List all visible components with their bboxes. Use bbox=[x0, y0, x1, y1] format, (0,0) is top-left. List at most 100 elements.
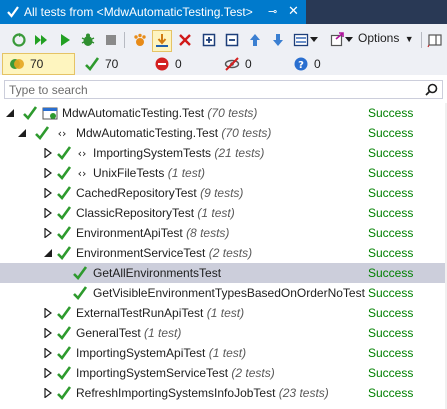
question-icon: ? bbox=[293, 56, 309, 72]
collapsed-arrow-icon[interactable] bbox=[44, 308, 53, 318]
passed-icon bbox=[84, 56, 100, 72]
passed-check-icon bbox=[57, 166, 72, 180]
expanded-arrow-icon[interactable] bbox=[18, 128, 27, 138]
debug-icon[interactable] bbox=[79, 31, 97, 49]
node-test-count: (1 test) bbox=[144, 326, 182, 340]
tree-row[interactable]: EnvironmentApiTest (8 tests) Success bbox=[0, 223, 447, 243]
next-arrow-icon[interactable] bbox=[269, 31, 287, 49]
layout-dropdown-chevron-icon[interactable] bbox=[310, 31, 318, 49]
tree-row[interactable]: ImportingSystemApiTest (1 test) Success bbox=[0, 343, 447, 363]
passed-check-icon bbox=[23, 106, 38, 120]
collapsed-arrow-icon[interactable] bbox=[44, 328, 53, 338]
node-test-count: (1 test) bbox=[197, 206, 235, 220]
tree-row[interactable]: GetVisibleEnvironmentTypesBasedOnOrderNo… bbox=[0, 283, 447, 303]
result-counts-bar: 70 70 0 0 ? 0 bbox=[0, 53, 447, 75]
tree-row[interactable]: CachedRepositoryTest (9 tests) Success bbox=[0, 183, 447, 203]
show-failed-filter-icon[interactable] bbox=[176, 31, 194, 49]
export-dropdown-chevron-icon[interactable] bbox=[345, 31, 353, 49]
session-tab[interactable]: All tests from <MdwAutomaticTesting.Test… bbox=[0, 0, 306, 24]
tree-row[interactable]: ‹› MdwAutomaticTesting.Test (70 tests) S… bbox=[0, 123, 447, 143]
ignored-count-value: 0 bbox=[245, 57, 252, 71]
status-text: Success bbox=[368, 246, 414, 260]
tree-row[interactable]: RefreshImportingSystemsInfoJobTest (23 t… bbox=[0, 383, 447, 403]
node-name: ClassicRepositoryTest bbox=[76, 206, 195, 220]
node-name: CachedRepositoryTest bbox=[76, 186, 197, 200]
run-all-icon[interactable] bbox=[33, 31, 51, 49]
track-running-icon[interactable] bbox=[131, 31, 149, 49]
tree-row[interactable]: ‹› UnixFileTests (1 test) Success bbox=[0, 163, 447, 183]
tree-row-selected[interactable]: GetAllEnvironmentsTest Success bbox=[0, 263, 447, 283]
tree-row[interactable]: GeneralTest (1 test) Success bbox=[0, 323, 447, 343]
failed-tests-count[interactable]: 0 bbox=[148, 53, 182, 75]
node-test-count: (9 tests) bbox=[200, 186, 244, 200]
tree-row[interactable]: EnvironmentServiceTest (2 tests) Success bbox=[0, 243, 447, 263]
session-title: All tests from <MdwAutomaticTesting.Test… bbox=[24, 5, 253, 19]
passed-check-icon bbox=[57, 366, 72, 380]
export-icon[interactable] bbox=[328, 31, 346, 49]
collapsed-arrow-icon[interactable] bbox=[44, 168, 53, 178]
node-name: RefreshImportingSystemsInfoJobTest bbox=[76, 386, 276, 400]
status-text: Success bbox=[368, 126, 414, 140]
tree-node-label: ImportingSystemTests (21 tests) bbox=[93, 146, 264, 160]
pane-icon[interactable] bbox=[426, 31, 444, 49]
node-name: GeneralTest bbox=[76, 326, 141, 340]
passed-tests-count[interactable]: 70 bbox=[78, 53, 118, 75]
collapsed-arrow-icon[interactable] bbox=[44, 348, 53, 358]
all-tests-icon bbox=[9, 56, 25, 72]
run-icon[interactable] bbox=[56, 31, 74, 49]
collapse-all-icon[interactable] bbox=[223, 31, 241, 49]
tool-window-titlebar: All tests from <MdwAutomaticTesting.Test… bbox=[0, 0, 447, 24]
tree-node-label: ClassicRepositoryTest (1 test) bbox=[76, 206, 235, 220]
stop-icon[interactable] bbox=[102, 31, 120, 49]
status-text: Success bbox=[368, 266, 414, 280]
namespace-icon: ‹› bbox=[78, 167, 87, 180]
node-test-count: (8 tests) bbox=[186, 226, 230, 240]
passed-check-icon bbox=[57, 226, 72, 240]
tree-node-label: MdwAutomaticTesting.Test (70 tests) bbox=[62, 106, 257, 120]
close-icon[interactable]: ✕ bbox=[288, 3, 299, 19]
options-menu[interactable]: Options ▼ bbox=[358, 31, 414, 45]
tree-row[interactable]: ClassicRepositoryTest (1 test) Success bbox=[0, 203, 447, 223]
expanded-arrow-icon[interactable] bbox=[44, 248, 53, 258]
tree-node-label: GetVisibleEnvironmentTypesBasedOnOrderNo… bbox=[93, 286, 365, 300]
total-count-value: 70 bbox=[30, 57, 44, 71]
ignored-tests-count[interactable]: 0 bbox=[218, 53, 252, 75]
node-test-count: (1 test) bbox=[208, 346, 247, 360]
tree-node-label: GeneralTest (1 test) bbox=[76, 326, 181, 340]
refresh-icon[interactable] bbox=[10, 31, 28, 49]
collapsed-arrow-icon[interactable] bbox=[44, 148, 53, 158]
tree-row[interactable]: ‹› ImportingSystemTests (21 tests) Succe… bbox=[0, 143, 447, 163]
svg-text:‹›: ‹› bbox=[58, 127, 67, 140]
search-placeholder: Type to search bbox=[9, 83, 88, 97]
total-tests-count[interactable]: 70 bbox=[2, 53, 75, 75]
namespace-icon: ‹› bbox=[78, 147, 87, 160]
collapsed-arrow-icon[interactable] bbox=[44, 228, 53, 238]
status-text: Success bbox=[368, 106, 414, 120]
status-text: Success bbox=[368, 226, 414, 240]
status-text: Success bbox=[368, 386, 414, 400]
collapsed-arrow-icon[interactable] bbox=[44, 368, 53, 378]
expand-all-icon[interactable] bbox=[200, 31, 218, 49]
previous-arrow-icon[interactable] bbox=[246, 31, 264, 49]
passed-check-icon bbox=[57, 386, 72, 400]
layout-icon[interactable] bbox=[292, 31, 310, 49]
search-input[interactable]: Type to search bbox=[4, 80, 443, 99]
show-passed-filter-icon[interactable] bbox=[152, 30, 172, 52]
svg-text:‹›: ‹› bbox=[78, 147, 87, 160]
passed-check-icon bbox=[73, 266, 88, 280]
tree-row[interactable]: ImportingSystemServiceTest (2 tests) Suc… bbox=[0, 363, 447, 383]
collapsed-arrow-icon[interactable] bbox=[44, 188, 53, 198]
status-text: Success bbox=[368, 186, 414, 200]
passed-check-icon bbox=[57, 246, 72, 260]
collapsed-arrow-icon[interactable] bbox=[44, 208, 53, 218]
failed-icon bbox=[154, 56, 170, 72]
expanded-arrow-icon[interactable] bbox=[6, 108, 15, 118]
toolbar-separator bbox=[421, 32, 422, 48]
collapsed-arrow-icon[interactable] bbox=[44, 388, 53, 398]
status-text: Success bbox=[368, 326, 414, 340]
tree-row[interactable]: MdwAutomaticTesting.Test (70 tests) Succ… bbox=[0, 103, 447, 123]
inconclusive-tests-count[interactable]: ? 0 bbox=[287, 53, 321, 75]
pin-icon[interactable]: ⊸ bbox=[268, 5, 277, 18]
node-name: ImportingSystemServiceTest bbox=[76, 366, 229, 380]
tree-row[interactable]: ExternalTestRunApiTest (1 test) Success bbox=[0, 303, 447, 323]
